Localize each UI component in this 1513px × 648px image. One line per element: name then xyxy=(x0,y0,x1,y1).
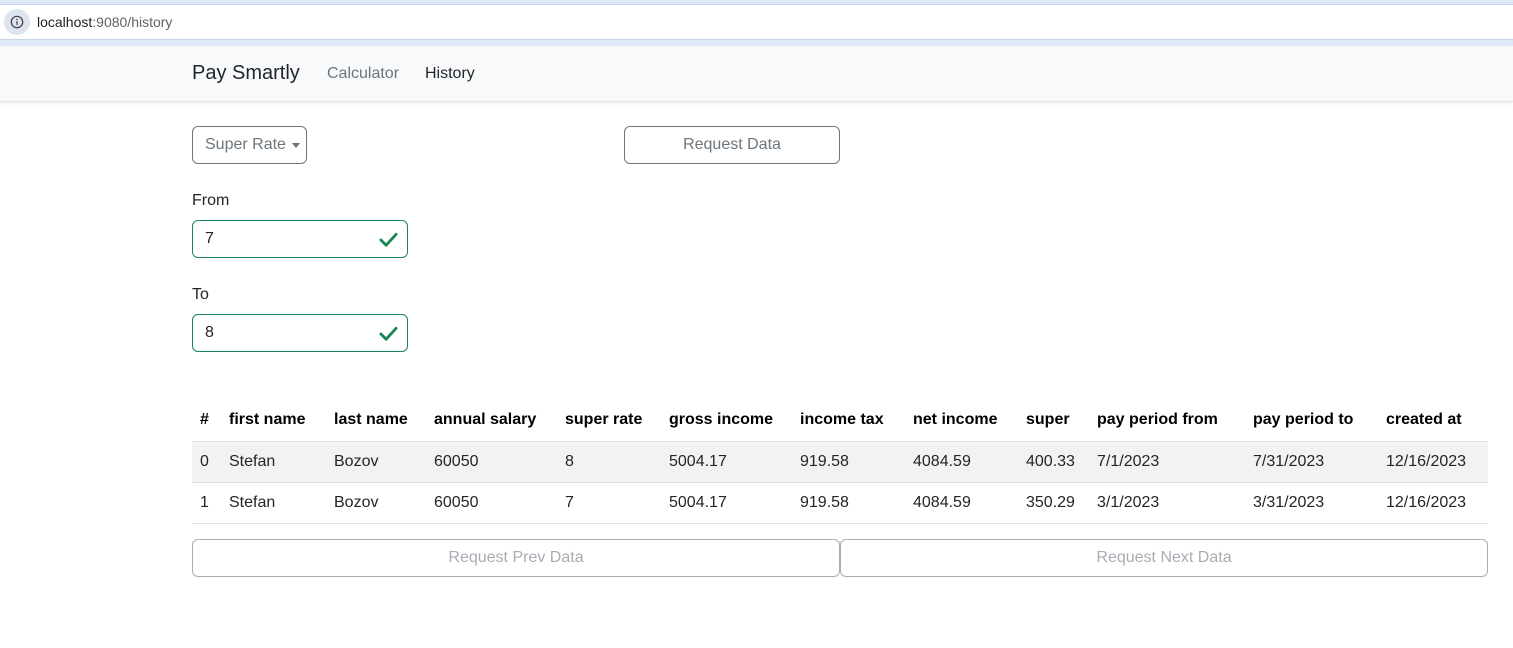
valid-check-icon xyxy=(379,326,398,341)
column-header: first name xyxy=(221,400,326,442)
table-cell: 919.58 xyxy=(792,441,905,483)
table-cell: 5004.17 xyxy=(661,482,792,524)
top-navbar: Pay Smartly Calculator History xyxy=(0,46,1513,102)
url-host: localhost xyxy=(37,14,93,30)
column-header: annual salary xyxy=(426,400,557,442)
request-prev-data-button[interactable]: Request Prev Data xyxy=(192,539,840,577)
to-input[interactable]: 8 xyxy=(192,314,408,352)
to-label: To xyxy=(192,286,209,303)
column-header: super rate xyxy=(557,400,661,442)
to-value: 8 xyxy=(205,324,214,341)
column-header: gross income xyxy=(661,400,792,442)
caret-down-icon xyxy=(291,142,300,148)
site-info-icon[interactable] xyxy=(4,9,30,35)
column-header: pay period from xyxy=(1089,400,1245,442)
table-cell: 12/16/2023 xyxy=(1378,441,1488,483)
request-next-data-button[interactable]: Request Next Data xyxy=(840,539,1488,577)
table-header-row: # first name last name annual salary sup… xyxy=(192,400,1488,442)
column-header: # xyxy=(192,400,221,442)
nav-link-calculator[interactable]: Calculator xyxy=(327,65,399,83)
super-rate-dropdown[interactable]: Super Rate xyxy=(192,126,307,164)
table-cell: 400.33 xyxy=(1018,441,1089,483)
request-data-button[interactable]: Request Data xyxy=(624,126,840,164)
omnibox[interactable]: localhost:9080/history xyxy=(0,4,1513,40)
table-cell: 350.29 xyxy=(1018,482,1089,524)
table-cell: 7 xyxy=(557,482,661,524)
column-header: income tax xyxy=(792,400,905,442)
table-cell: 60050 xyxy=(426,482,557,524)
table-cell: 4084.59 xyxy=(905,482,1018,524)
table-cell: 4084.59 xyxy=(905,441,1018,483)
table-cell: Bozov xyxy=(326,482,426,524)
table-cell: Bozov xyxy=(326,441,426,483)
table-cell: 1 xyxy=(192,482,221,524)
url-text[interactable]: localhost:9080/history xyxy=(37,14,172,30)
from-label: From xyxy=(192,192,230,209)
url-path: :9080/history xyxy=(92,14,173,30)
table-cell: Stefan xyxy=(221,441,326,483)
from-value: 7 xyxy=(205,230,214,247)
table-cell: 3/31/2023 xyxy=(1245,482,1378,524)
column-header: net income xyxy=(905,400,1018,442)
table-cell: 7/1/2023 xyxy=(1089,441,1245,483)
browser-address-bar: localhost:9080/history xyxy=(0,0,1513,46)
table-row: 0 Stefan Bozov 60050 8 5004.17 919.58 40… xyxy=(192,441,1488,483)
table-row: 1 Stefan Bozov 60050 7 5004.17 919.58 40… xyxy=(192,482,1488,524)
super-rate-dropdown-label: Super Rate xyxy=(205,136,286,153)
column-header: created at xyxy=(1378,400,1488,442)
table-cell: 8 xyxy=(557,441,661,483)
column-header: pay period to xyxy=(1245,400,1378,442)
nav-link-history[interactable]: History xyxy=(425,65,475,83)
brand-link[interactable]: Pay Smartly xyxy=(192,62,300,85)
valid-check-icon xyxy=(379,232,398,247)
table-cell: 0 xyxy=(192,441,221,483)
history-table: # first name last name annual salary sup… xyxy=(192,400,1488,524)
table-cell: 60050 xyxy=(426,441,557,483)
table-cell: 3/1/2023 xyxy=(1089,482,1245,524)
table-cell: 12/16/2023 xyxy=(1378,482,1488,524)
table-cell: 919.58 xyxy=(792,482,905,524)
from-input[interactable]: 7 xyxy=(192,220,408,258)
table-cell: 7/31/2023 xyxy=(1245,441,1378,483)
column-header: last name xyxy=(326,400,426,442)
table-cell: 5004.17 xyxy=(661,441,792,483)
table-cell: Stefan xyxy=(221,482,326,524)
column-header: super xyxy=(1018,400,1089,442)
